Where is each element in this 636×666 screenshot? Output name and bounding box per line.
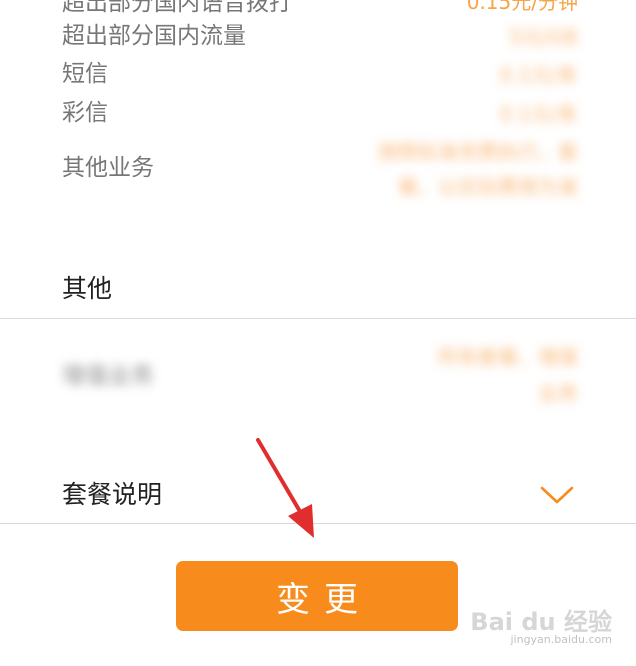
row-label: 增值业务 <box>62 363 154 389</box>
watermark: Bai du 经验 jingyan.baidu.com <box>470 598 612 650</box>
row-value-added: 增值业务 所有套餐、增值 业务 <box>62 345 578 409</box>
row-value-line: 按照标准资费执行，套 <box>378 140 578 164</box>
row-label: 其他业务 <box>62 155 154 181</box>
row-voice-overage: 超出部分国内语音拨打 0.15元/分钟 <box>62 0 578 16</box>
divider <box>0 318 636 319</box>
row-value: 0.1元/条 <box>499 63 578 87</box>
row-data-overage: 超出部分国内流量 5元/GB <box>62 25 578 51</box>
row-value: 0.15元/分钟 <box>466 0 578 14</box>
row-other-services: 其他业务 按照标准资费执行，套 餐、以实际费用为准 <box>62 140 578 202</box>
section-title-other: 其他 <box>62 274 113 303</box>
row-value-line: 餐、以实际费用为准 <box>398 175 578 199</box>
row-label: 短信 <box>62 61 108 87</box>
row-mms: 彩信 0.1元/条 <box>62 102 578 128</box>
divider <box>0 523 636 524</box>
row-value-line: 业务 <box>538 381 578 405</box>
row-value-line: 所有套餐、增值 <box>438 345 578 369</box>
plan-details-screen: 超出部分国内语音拨打 0.15元/分钟 超出部分国内流量 5元/GB 短信 0.… <box>0 0 636 666</box>
change-plan-button[interactable]: 变更 <box>176 561 458 631</box>
arrow-icon <box>256 438 314 538</box>
section-title-plan-description[interactable]: 套餐说明 <box>62 482 162 507</box>
row-value: 5元/GB <box>509 25 578 49</box>
row-value: 0.1元/条 <box>499 102 578 126</box>
row-label: 彩信 <box>62 100 108 126</box>
chevron-down-icon[interactable] <box>540 485 574 505</box>
row-label: 超出部分国内流量 <box>62 23 246 49</box>
watermark-url: jingyan.baidu.com <box>510 633 612 646</box>
watermark-logo: Bai du 经验 <box>470 608 612 636</box>
row-sms: 短信 0.1元/条 <box>62 63 578 89</box>
row-label: 超出部分国内语音拨打 <box>62 0 292 16</box>
